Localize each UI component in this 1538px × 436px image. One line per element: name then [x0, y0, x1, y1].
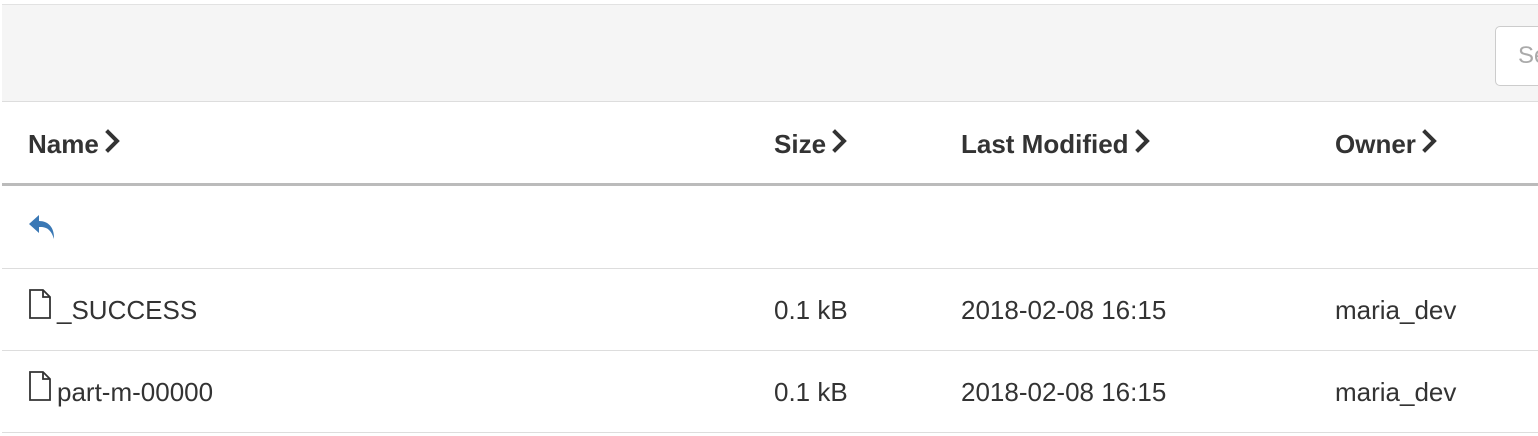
file-name-cell[interactable]: _SUCCESS	[28, 269, 197, 350]
chevron-right-icon	[1134, 103, 1151, 185]
file-owner: maria_dev	[1335, 295, 1457, 325]
parent-directory-row[interactable]	[2, 186, 1538, 269]
file-owner: maria_dev	[1335, 377, 1457, 407]
file-size: 0.1 kB	[774, 377, 848, 407]
column-header-size-label: Size	[774, 129, 827, 159]
chevron-right-icon	[832, 103, 848, 185]
file-size: 0.1 kB	[774, 295, 848, 325]
chevron-right-icon	[1422, 103, 1438, 185]
chevron-right-icon	[104, 103, 121, 185]
column-header-name[interactable]: Name	[28, 103, 121, 183]
table-row[interactable]: part-m-00000 0.1 kB 2018-02-08 16:15 mar…	[2, 351, 1538, 433]
file-table: Name Size Last Modified Owner _SUCCESS 0…	[2, 103, 1538, 433]
file-browser: Name Size Last Modified Owner _SUCCESS	[0, 0, 1538, 436]
column-header-last-modified[interactable]: Last Modified	[961, 103, 1151, 183]
search-input[interactable]	[1496, 27, 1538, 85]
reply-arrow-icon[interactable]	[28, 214, 58, 245]
column-header-size[interactable]: Size	[774, 103, 848, 183]
file-name-cell[interactable]: part-m-00000	[28, 351, 213, 432]
file-name: _SUCCESS	[57, 295, 198, 325]
file-last-modified: 2018-02-08 16:15	[961, 295, 1167, 325]
column-header-name-label: Name	[28, 129, 99, 159]
search-box[interactable]	[1495, 26, 1538, 86]
file-icon	[28, 269, 52, 351]
file-name: part-m-00000	[57, 377, 214, 407]
column-header-owner[interactable]: Owner	[1335, 103, 1438, 183]
file-last-modified: 2018-02-08 16:15	[961, 377, 1167, 407]
table-header: Name Size Last Modified Owner	[2, 103, 1538, 186]
column-header-owner-label: Owner	[1335, 129, 1416, 159]
column-header-last-modified-label: Last Modified	[961, 129, 1129, 159]
toolbar	[2, 4, 1538, 102]
table-row[interactable]: _SUCCESS 0.1 kB 2018-02-08 16:15 maria_d…	[2, 269, 1538, 351]
file-icon	[28, 351, 52, 433]
